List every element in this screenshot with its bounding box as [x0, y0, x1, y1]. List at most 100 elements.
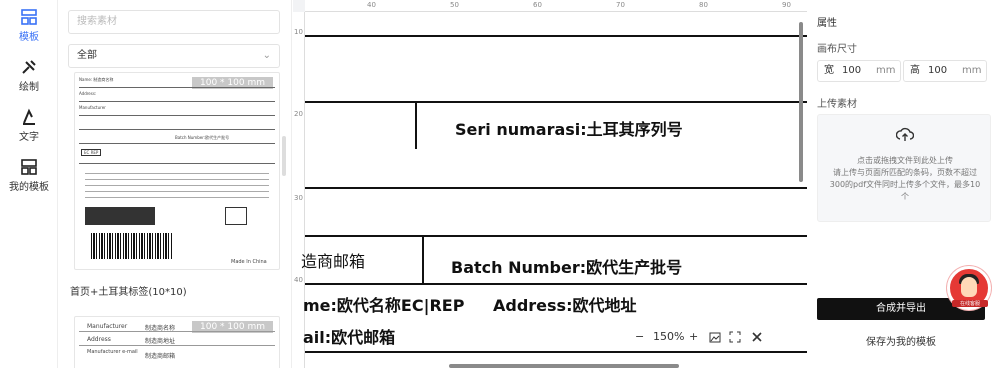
nav-label-template: 模板 [19, 32, 39, 43]
mini-divider [85, 179, 269, 180]
mini-divider [85, 197, 269, 198]
ec-rep-box: EC REP [81, 149, 102, 156]
mini-text: Name: 制造商名称 [79, 77, 114, 82]
upload-dropzone[interactable]: 点击或拖拽文件到此处上传 请上传与页面所匹配的条码，页数不超过300的pdf文件… [817, 114, 991, 222]
mini-text: Address [87, 336, 111, 343]
mini-divider [85, 173, 269, 174]
ec-rep-name-text[interactable]: me:欧代名称EC|REP [303, 292, 464, 316]
canvas-vertical-scrollbar[interactable] [799, 22, 803, 182]
properties-title: 属性 [817, 18, 837, 29]
label-divider[interactable] [415, 101, 417, 149]
ruler-tick: 40 [367, 1, 376, 9]
nav-label-text: 文字 [19, 132, 39, 143]
nav-item-my-template[interactable]: 我的模板 [0, 158, 58, 193]
upload-cloud-icon [896, 127, 914, 141]
ruler-tick: 40 [294, 276, 303, 284]
width-label: 宽 [824, 65, 834, 76]
app: 模板 绘制 文字 我的模板 搜索素材 全部 ⌄ 100 * 100 mm Nam… [0, 0, 999, 368]
height-value[interactable]: 100 [928, 61, 947, 81]
zoom-toolbar: − 150% + [633, 328, 783, 346]
mini-divider [79, 129, 275, 130]
ruler-tick: 10 [294, 28, 303, 36]
label-divider[interactable] [305, 187, 807, 189]
ec-rep-email-text[interactable]: ail:欧代邮箱 [303, 324, 395, 348]
image-icon[interactable] [709, 331, 721, 343]
panel-scrollbar[interactable] [282, 136, 286, 176]
template-card[interactable]: 100 * 100 mm Name: 制造商名称 Address: Manufa… [74, 72, 280, 270]
seri-number-text[interactable]: Seri numarasi:土耳其序列号 [455, 116, 683, 140]
canvas-size-label: 画布尺寸 [817, 44, 857, 55]
manufacturer-mail-text[interactable]: 造商邮箱 [301, 248, 365, 272]
mini-divider [85, 191, 269, 192]
zoom-in-button[interactable]: + [689, 328, 698, 346]
nav-label-my-template: 我的模板 [9, 182, 49, 193]
height-unit: mm [962, 65, 982, 76]
ruler-tick: 70 [616, 1, 625, 9]
nav-item-text[interactable]: 文字 [0, 108, 58, 143]
mini-text: Batch Number:欧代生产批号 [175, 135, 230, 140]
template-card[interactable]: 100 * 100 mm Manufacturer 制造商名称 Address … [74, 316, 280, 368]
barcode [91, 233, 173, 259]
fit-screen-icon[interactable] [729, 331, 741, 343]
nav-item-draw[interactable]: 绘制 [0, 58, 58, 93]
ruler-tick: 80 [699, 1, 708, 9]
ec-rep-address-text[interactable]: Address:欧代地址 [493, 292, 636, 316]
label-divider[interactable] [305, 235, 807, 237]
label-divider[interactable] [305, 283, 807, 285]
canvas-area: 40 50 60 70 80 90 10 20 30 40 Seri numar… [293, 0, 807, 368]
template-panel: 搜索素材 全部 ⌄ 100 * 100 mm Name: 制造商名称 Addre… [58, 0, 292, 368]
mini-text: Manufacturer [87, 323, 128, 330]
left-nav: 模板 绘制 文字 我的模板 [0, 0, 58, 368]
mini-text: Manufacturer e-mail [87, 349, 138, 355]
ruler-tick: 50 [450, 1, 459, 9]
ruler-top: 40 50 60 70 80 90 [305, 0, 807, 12]
category-select[interactable]: 全部 ⌄ [68, 44, 280, 68]
mini-text: Address: [79, 91, 97, 96]
mini-divider [79, 143, 275, 144]
canvas-horizontal-scrollbar[interactable] [449, 364, 679, 368]
height-field[interactable]: 高 100 mm [903, 60, 987, 82]
upload-label: 上传素材 [817, 99, 857, 110]
tools-icon[interactable] [751, 331, 763, 343]
height-label: 高 [910, 65, 920, 76]
mini-divider [79, 101, 275, 102]
label-paper[interactable]: Seri numarasi:土耳其序列号 造商邮箱 Batch Number:欧… [301, 12, 807, 368]
mini-divider [85, 185, 269, 186]
ruler-tick: 20 [294, 110, 303, 118]
template-icon [21, 9, 37, 25]
recycle-badge [85, 207, 155, 225]
customer-service-avatar[interactable]: 在线客服 [947, 266, 991, 310]
save-template-button[interactable]: 保存为我的模板 [817, 333, 985, 349]
weee-badge [225, 207, 247, 225]
ruler-tick: 60 [533, 1, 542, 9]
zoom-out-button[interactable]: − [635, 328, 644, 346]
my-template-icon [21, 159, 37, 175]
properties-panel: 属性 画布尺寸 宽 100 mm 高 100 mm 上传素材 点击或拖拽文件到此… [807, 0, 999, 368]
width-field[interactable]: 宽 100 mm [817, 60, 901, 82]
search-input[interactable]: 搜索素材 [68, 10, 280, 34]
batch-number-text[interactable]: Batch Number:欧代生产批号 [451, 254, 682, 278]
category-selected: 全部 [77, 50, 97, 61]
mini-divider [79, 331, 275, 332]
label-divider[interactable] [305, 351, 807, 353]
mini-divider [79, 115, 275, 116]
text-icon [23, 108, 35, 125]
chevron-down-icon: ⌄ [262, 50, 271, 61]
mini-text: Manufacturer [79, 105, 106, 110]
nav-label-draw: 绘制 [19, 82, 39, 93]
label-divider[interactable] [305, 35, 807, 37]
made-in-china: Made In China [231, 259, 267, 265]
label-divider[interactable] [422, 235, 424, 283]
draw-icon [22, 60, 36, 74]
label-divider[interactable] [305, 101, 807, 103]
template-caption: 首页+土耳其标签(10*10) [70, 287, 187, 298]
avatar-face [961, 277, 977, 297]
nav-item-template[interactable]: 模板 [0, 8, 58, 43]
upload-hint: 点击或拖拽文件到此处上传 请上传与页面所匹配的条码，页数不超过300的pdf文件… [829, 156, 981, 201]
mini-divider [79, 87, 275, 88]
width-unit: mm [876, 65, 896, 76]
width-value[interactable]: 100 [842, 61, 861, 81]
zoom-value: 150% [653, 330, 685, 343]
mini-text: 制造商地址 [145, 338, 176, 345]
mini-divider [79, 345, 275, 346]
